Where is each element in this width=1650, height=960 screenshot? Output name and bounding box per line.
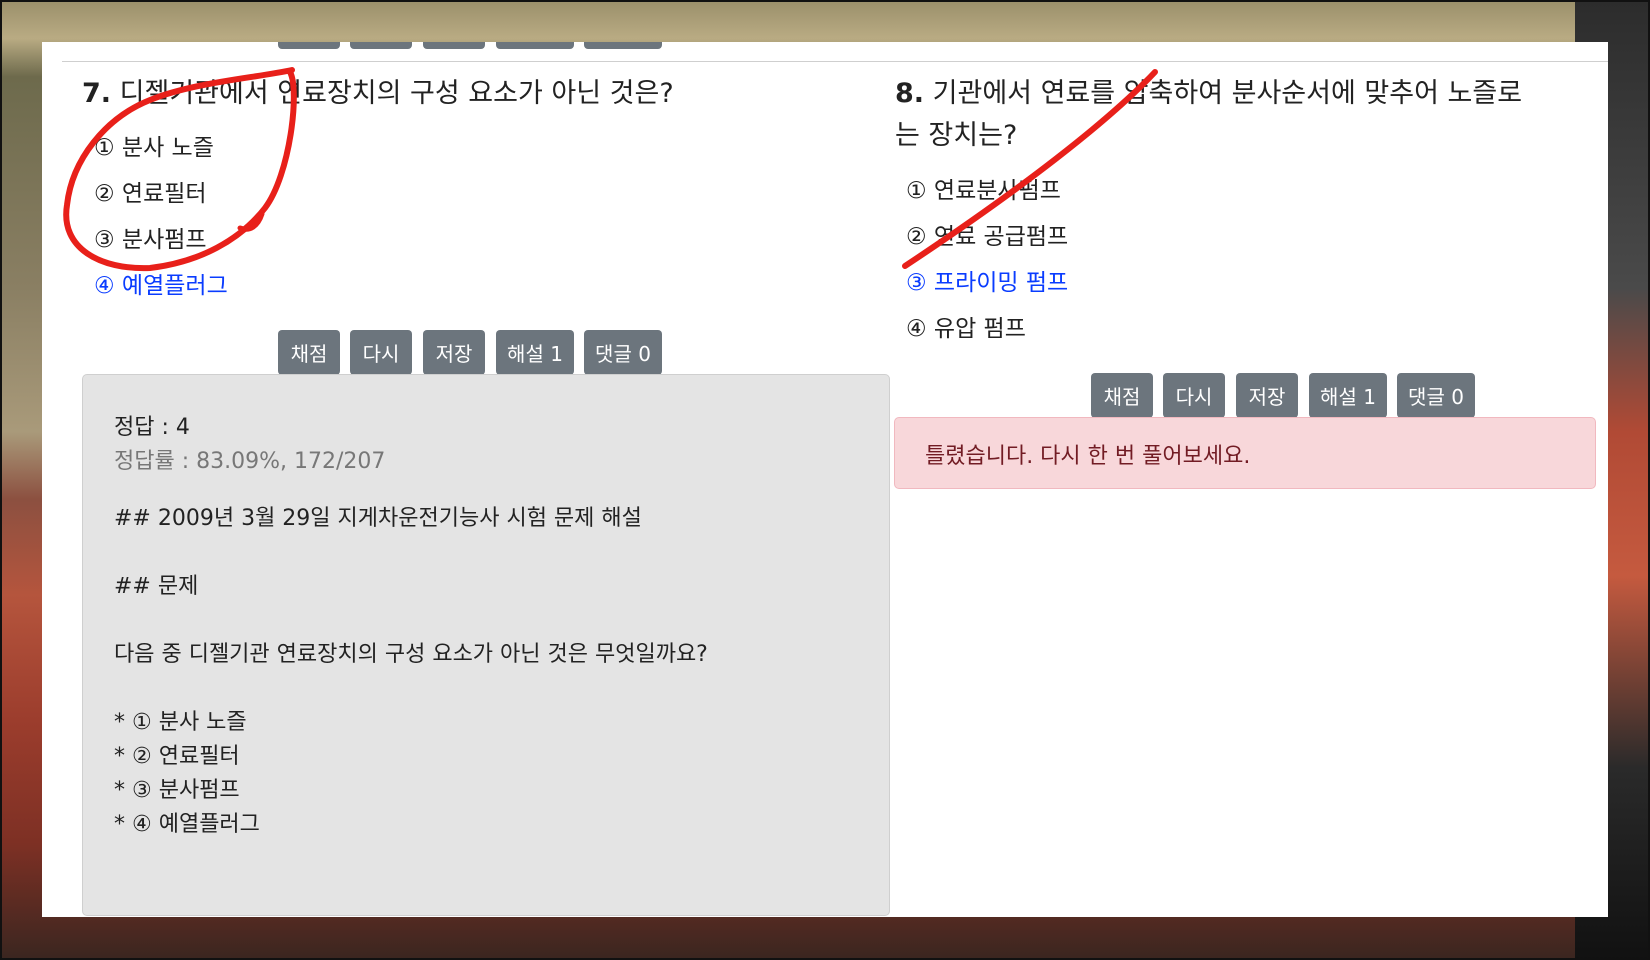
grade-button[interactable]: 채점	[278, 330, 340, 375]
explanation-list-item: * ② 연료필터	[114, 744, 240, 769]
explanation-panel: 정답 : 4 정답률 : 83.09%, 172/207 ## 2009년 3월…	[82, 374, 890, 916]
q7-option-4[interactable]: ④ 예열플러그	[94, 266, 228, 300]
question-number: 8.	[895, 78, 925, 109]
wrong-answer-alert: 틀렸습니다. 다시 한 번 풀어보세요.	[894, 417, 1596, 489]
q8-option-2[interactable]: ② 연료 공급펌프	[906, 217, 1068, 251]
retry-button[interactable]: 다시	[1163, 373, 1225, 418]
question-8-title: 8. 기관에서 연료를 압축하여 분사순서에 맞추어 노즐로	[895, 72, 1522, 116]
prev-button-stub[interactable]	[584, 42, 662, 49]
comments-button[interactable]: 댓글 0	[584, 330, 662, 375]
explanation-text: 다음 중 디젤기관 연료장치의 구성 요소가 아닌 것은 무엇일까요?	[114, 642, 708, 667]
prev-button-stub[interactable]	[423, 42, 485, 49]
question-number: 7.	[82, 78, 112, 109]
q7-option-1[interactable]: ① 분사 노즐	[94, 128, 214, 162]
alert-message: 틀렸습니다. 다시 한 번 풀어보세요.	[925, 444, 1251, 469]
prev-button-stub[interactable]	[350, 42, 412, 49]
question-7-title: 7. 디젤기관에서 연료장치의 구성 요소가 아닌 것은?	[82, 72, 674, 116]
correct-answer: 정답 : 4	[114, 415, 190, 440]
q8-option-3[interactable]: ③ 프라이밍 펌프	[906, 263, 1068, 297]
question-text: 는 장치는?	[895, 120, 1018, 151]
prev-button-stub[interactable]	[278, 42, 340, 49]
grade-button[interactable]: 채점	[1091, 373, 1153, 418]
divider	[62, 61, 1608, 62]
explanation-button[interactable]: 해설 1	[1309, 373, 1387, 418]
save-button[interactable]: 저장	[423, 330, 485, 375]
q7-option-2[interactable]: ② 연료필터	[94, 174, 207, 208]
q8-option-4[interactable]: ④ 유압 펌프	[906, 309, 1026, 343]
q7-option-3[interactable]: ③ 분사펌프	[94, 220, 207, 254]
question-text: 디젤기관에서 연료장치의 구성 요소가 아닌 것은?	[119, 78, 674, 109]
explanation-heading: ## 2009년 3월 29일 지게차운전기능사 시험 문제 해설	[114, 506, 642, 531]
explanation-list-item: * ① 분사 노즐	[114, 710, 247, 735]
question-8-title-continued: 는 장치는?	[895, 114, 1017, 158]
explanation-list-item: * ④ 예열플러그	[114, 812, 260, 837]
quiz-page: 7. 디젤기관에서 연료장치의 구성 요소가 아닌 것은? ① 분사 노즐 ② …	[42, 42, 1608, 917]
comments-button[interactable]: 댓글 0	[1397, 373, 1475, 418]
save-button[interactable]: 저장	[1236, 373, 1298, 418]
retry-button[interactable]: 다시	[350, 330, 412, 375]
explanation-list-item: * ③ 분사펌프	[114, 778, 240, 803]
question-text: 기관에서 연료를 압축하여 분사순서에 맞추어 노즐로	[932, 78, 1523, 109]
prev-button-stub[interactable]	[496, 42, 574, 49]
correct-rate: 정답률 : 83.09%, 172/207	[114, 449, 386, 474]
explanation-subheading: ## 문제	[114, 574, 199, 599]
explanation-button[interactable]: 해설 1	[496, 330, 574, 375]
q8-option-1[interactable]: ① 연료분사펌프	[906, 171, 1061, 205]
